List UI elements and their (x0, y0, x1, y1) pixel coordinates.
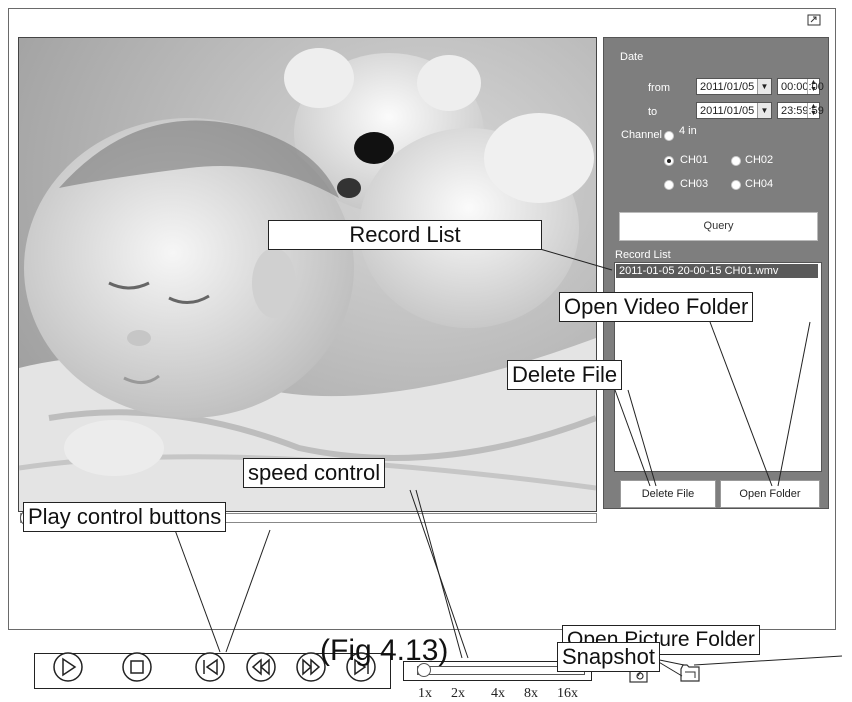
spin-arrows-icon: ▲ ▼ (807, 79, 819, 94)
radio-4in[interactable] (664, 131, 674, 141)
speed-4x: 4x (491, 686, 505, 701)
from-time-spinner[interactable]: 00:00:00 ▲ ▼ (777, 78, 824, 95)
speed-2x: 2x (451, 686, 465, 701)
callout-play-control-buttons: Play control buttons (23, 502, 227, 532)
radio-ch01-label: CH01 (680, 154, 709, 166)
radio-ch03-label: CH03 (680, 178, 709, 190)
restore-window-icon[interactable] (807, 14, 821, 26)
callout-snapshot: Snapshot (557, 642, 660, 672)
speed-8x: 8x (524, 686, 538, 701)
video-display[interactable] (18, 37, 597, 512)
radio-ch04[interactable] (731, 180, 741, 190)
list-item[interactable]: 2011-01-05 20-00-15 CH01.wmv (616, 264, 818, 278)
speed-1x: 1x (418, 686, 432, 701)
radio-ch03[interactable] (664, 180, 674, 190)
radio-ch02[interactable] (731, 156, 741, 166)
callout-record-list: Record List (268, 220, 542, 250)
baby-photo-image (19, 38, 596, 511)
to-label: to (648, 106, 658, 118)
from-label: from (648, 82, 670, 94)
radio-4in-label: 4 in (679, 125, 697, 137)
record-list-label: Record List (615, 249, 671, 261)
callout-delete-file: Delete File (507, 360, 623, 390)
spin-arrows-icon: ▲ ▼ (807, 103, 819, 118)
callout-open-video-folder: Open Video Folder (559, 292, 754, 322)
picture-folder-icon[interactable] (679, 663, 701, 683)
figure-caption: (Fig 4.13) (320, 634, 449, 667)
from-date-select[interactable]: 2011/01/05 ▼ (696, 78, 772, 95)
radio-ch02-label: CH02 (745, 154, 774, 166)
radio-ch04-label: CH04 (745, 178, 774, 190)
speed-16x: 16x (557, 686, 578, 701)
delete-file-button[interactable]: Delete File (620, 480, 716, 508)
open-folder-button[interactable]: Open Folder (720, 480, 820, 508)
channel-label: Channel (621, 129, 662, 141)
dropdown-arrow-icon: ▼ (757, 103, 771, 118)
date-label: Date (620, 51, 644, 63)
query-button[interactable]: Query (619, 212, 818, 241)
to-time-spinner[interactable]: 23:59:59 ▲ ▼ (777, 102, 824, 119)
dropdown-arrow-icon: ▼ (757, 79, 771, 94)
callout-speed-control: speed control (243, 458, 386, 488)
radio-ch01[interactable] (664, 156, 674, 166)
to-date-select[interactable]: 2011/01/05 ▼ (696, 102, 772, 119)
